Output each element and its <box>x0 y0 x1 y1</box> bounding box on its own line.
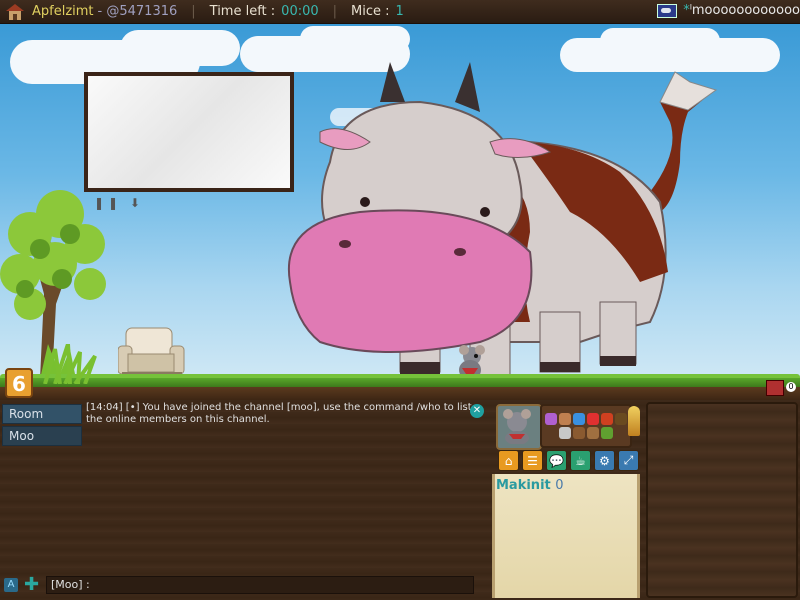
tab-moo[interactable]: Moo <box>2 426 82 446</box>
mice-label: Mice : <box>351 4 390 19</box>
cow-shaman-object <box>287 62 718 384</box>
cloud <box>600 28 720 54</box>
ground <box>0 378 800 400</box>
home-icon[interactable]: ⌂ <box>498 450 519 471</box>
stick-icon[interactable] <box>587 427 599 439</box>
room-name: *ˡmoooooooooooo <box>683 3 800 18</box>
heart-icon[interactable] <box>587 413 599 425</box>
avatar[interactable] <box>496 404 542 450</box>
grass-tuft <box>43 344 97 384</box>
chat-message: [14:04] [•] You have joined the channel … <box>86 402 472 425</box>
gift-icon[interactable] <box>766 380 784 396</box>
toolbar: ⌂ ☰ 💬 ☕ ⚙ ⤢ <box>498 450 639 471</box>
tea-icon[interactable]: ☕ <box>570 450 591 471</box>
inventory-box[interactable] <box>540 404 632 448</box>
room-info: *ˡmoooooooooooo <box>657 3 800 18</box>
fullscreen-icon[interactable]: ⤢ <box>618 450 639 471</box>
time-left-label: Time left : <box>209 4 276 19</box>
close-icon[interactable]: ✕ <box>470 404 484 418</box>
player-id: - @5471316 <box>97 4 178 19</box>
water-icon[interactable] <box>573 413 585 425</box>
game-map[interactable]: ❚❚ ⬇ 6 0 <box>0 24 800 400</box>
mice-value: 1 <box>395 4 404 19</box>
pause-icon[interactable]: ❚❚ ⬇ <box>94 196 144 210</box>
feather-icon[interactable] <box>628 406 640 436</box>
level-badge: 6 <box>5 368 33 398</box>
separator: | <box>332 4 338 19</box>
chat-input[interactable]: [Moo] : <box>46 576 474 594</box>
whiteboard <box>84 72 294 192</box>
player-list-name: Makinit <box>496 478 551 493</box>
chat-log: [14:04] [•] You have joined the channel … <box>86 402 478 426</box>
flag-icon[interactable] <box>657 3 678 18</box>
chat-icon[interactable]: 💬 <box>546 450 567 471</box>
gear-icon[interactable]: ⚙ <box>594 450 615 471</box>
separator: | <box>191 4 196 19</box>
flower-icon[interactable] <box>601 427 613 439</box>
star-icon[interactable] <box>601 413 613 425</box>
nut-icon[interactable] <box>573 427 585 439</box>
counter-badge: 0 <box>786 382 796 392</box>
side-panel <box>646 402 798 598</box>
seed-icon[interactable] <box>615 413 627 425</box>
chat-mode-icon[interactable]: A <box>4 578 18 592</box>
add-icon[interactable]: ✚ <box>24 576 39 594</box>
time-left-value: 00:00 <box>281 4 319 19</box>
cloud <box>120 30 240 66</box>
list-icon[interactable]: ☰ <box>522 450 543 471</box>
player-list-score: 0 <box>555 478 564 493</box>
top-bar: Apfelzimt - @5471316 | Time left : 00:00… <box>0 0 800 24</box>
sleep-icon[interactable] <box>559 427 571 439</box>
player-name[interactable]: Apfelzimt <box>32 4 94 19</box>
chat-input-prefix: [Moo] : <box>51 578 90 591</box>
cloud <box>300 26 410 52</box>
house-icon[interactable] <box>6 3 24 20</box>
tab-room[interactable]: Room <box>2 404 82 424</box>
player-list-item[interactable]: Makinit 0 <box>496 478 564 493</box>
cake-icon[interactable] <box>559 413 571 425</box>
potion-icon[interactable] <box>545 413 557 425</box>
